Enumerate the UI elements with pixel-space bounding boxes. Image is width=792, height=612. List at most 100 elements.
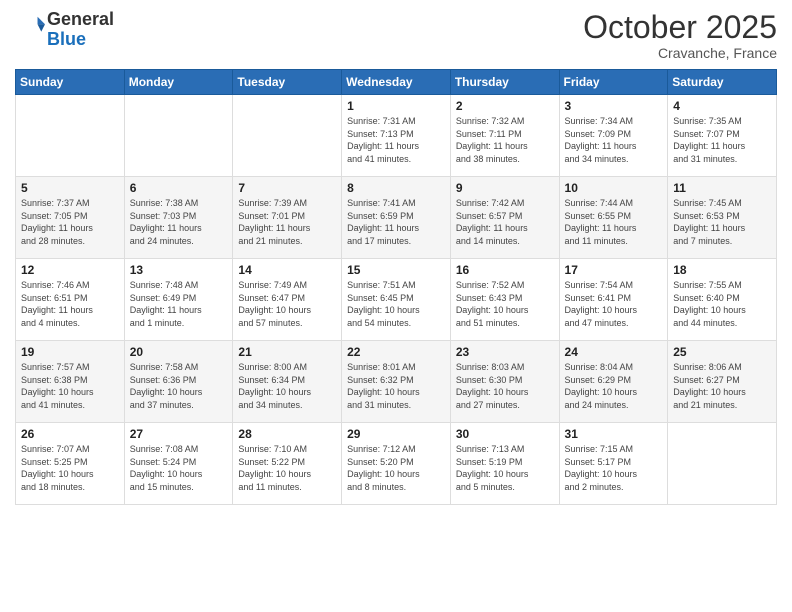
- calendar-cell: 11Sunrise: 7:45 AMSunset: 6:53 PMDayligh…: [668, 177, 777, 259]
- calendar-cell: 14 Sunrise: 7:49 AMSunset: 6:47 PMDayligh…: [233, 259, 342, 341]
- calendar-week-row: 12Sunrise: 7:46 AMSunset: 6:51 PMDayligh…: [16, 259, 777, 341]
- day-number: 16: [456, 263, 554, 277]
- day-number: 31: [565, 427, 663, 441]
- day-info: Sunrise: 7:55 AMSunset: 6:40 PMDaylight:…: [673, 279, 771, 329]
- calendar-header-friday: Friday: [559, 70, 668, 95]
- day-info: Sunrise: 8:03 AMSunset: 6:30 PMDaylight:…: [456, 361, 554, 411]
- day-info: Sunrise: 7:57 AMSunset: 6:38 PMDaylight:…: [21, 361, 119, 411]
- day-info: Sunrise: 7:46 AMSunset: 6:51 PMDaylight:…: [21, 279, 119, 329]
- calendar-cell: 5 Sunrise: 7:37 AMSunset: 7:05 PMDaylight…: [16, 177, 125, 259]
- calendar-table: SundayMondayTuesdayWednesdayThursdayFrid…: [15, 69, 777, 505]
- page: General Blue October 2025 Cravanche, Fra…: [0, 0, 792, 612]
- day-info: Sunrise: 7:49 AMSunset: 6:47 PMDaylight:…: [238, 279, 336, 329]
- calendar-cell: 31 Sunrise: 7:15 AMSunset: 5:17 PMDayligh…: [559, 423, 668, 505]
- calendar-cell: 16 Sunrise: 7:52 AMSunset: 6:43 PMDayligh…: [450, 259, 559, 341]
- day-info: Sunrise: 7:34 AMSunset: 7:09 PMDaylight:…: [565, 115, 663, 165]
- calendar-cell: 13Sunrise: 7:48 AMSunset: 6:49 PMDayligh…: [124, 259, 233, 341]
- day-number: 2: [456, 99, 554, 113]
- day-number: 19: [21, 345, 119, 359]
- day-info: Sunrise: 7:54 AMSunset: 6:41 PMDaylight:…: [565, 279, 663, 329]
- day-number: 15: [347, 263, 445, 277]
- calendar-cell: 19 Sunrise: 7:57 AMSunset: 6:38 PMDayligh…: [16, 341, 125, 423]
- calendar-header-saturday: Saturday: [668, 70, 777, 95]
- day-number: 21: [238, 345, 336, 359]
- day-number: 25: [673, 345, 771, 359]
- calendar-cell: 28 Sunrise: 7:10 AMSunset: 5:22 PMDayligh…: [233, 423, 342, 505]
- day-info: Sunrise: 8:06 AMSunset: 6:27 PMDaylight:…: [673, 361, 771, 411]
- day-info: Sunrise: 7:15 AMSunset: 5:17 PMDaylight:…: [565, 443, 663, 493]
- calendar-cell: 27 Sunrise: 7:08 AMSunset: 5:24 PMDayligh…: [124, 423, 233, 505]
- day-number: 7: [238, 181, 336, 195]
- day-number: 27: [130, 427, 228, 441]
- logo-general: General: [47, 9, 114, 29]
- day-info: Sunrise: 7:52 AMSunset: 6:43 PMDaylight:…: [456, 279, 554, 329]
- calendar-cell: 10 Sunrise: 7:44 AMSunset: 6:55 PMDayligh…: [559, 177, 668, 259]
- day-number: 24: [565, 345, 663, 359]
- day-info: Sunrise: 7:41 AMSunset: 6:59 PMDaylight:…: [347, 197, 445, 247]
- calendar-cell: 8 Sunrise: 7:41 AMSunset: 6:59 PMDaylight…: [342, 177, 451, 259]
- calendar-header-wednesday: Wednesday: [342, 70, 451, 95]
- day-info: Sunrise: 7:38 AMSunset: 7:03 PMDaylight:…: [130, 197, 228, 247]
- calendar-header-monday: Monday: [124, 70, 233, 95]
- calendar-cell: 9 Sunrise: 7:42 AMSunset: 6:57 PMDaylight…: [450, 177, 559, 259]
- day-number: 28: [238, 427, 336, 441]
- day-number: 8: [347, 181, 445, 195]
- calendar-cell: 26Sunrise: 7:07 AMSunset: 5:25 PMDayligh…: [16, 423, 125, 505]
- day-info: Sunrise: 7:07 AMSunset: 5:25 PMDaylight:…: [21, 443, 119, 493]
- calendar-cell: [16, 95, 125, 177]
- calendar-week-row: 1 Sunrise: 7:31 AMSunset: 7:13 PMDaylight…: [16, 95, 777, 177]
- calendar-cell: 3 Sunrise: 7:34 AMSunset: 7:09 PMDaylight…: [559, 95, 668, 177]
- day-number: 13: [130, 263, 228, 277]
- calendar-cell: [668, 423, 777, 505]
- day-info: Sunrise: 7:37 AMSunset: 7:05 PMDaylight:…: [21, 197, 119, 247]
- calendar-cell: 29 Sunrise: 7:12 AMSunset: 5:20 PMDayligh…: [342, 423, 451, 505]
- day-info: Sunrise: 7:44 AMSunset: 6:55 PMDaylight:…: [565, 197, 663, 247]
- calendar-cell: 21Sunrise: 8:00 AMSunset: 6:34 PMDayligh…: [233, 341, 342, 423]
- calendar-cell: 24 Sunrise: 8:04 AMSunset: 6:29 PMDayligh…: [559, 341, 668, 423]
- day-info: Sunrise: 7:10 AMSunset: 5:22 PMDaylight:…: [238, 443, 336, 493]
- title-block: October 2025 Cravanche, France: [583, 10, 777, 61]
- calendar-cell: 2 Sunrise: 7:32 AMSunset: 7:11 PMDaylight…: [450, 95, 559, 177]
- calendar-week-row: 5 Sunrise: 7:37 AMSunset: 7:05 PMDaylight…: [16, 177, 777, 259]
- day-info: Sunrise: 7:32 AMSunset: 7:11 PMDaylight:…: [456, 115, 554, 165]
- calendar-cell: 15 Sunrise: 7:51 AMSunset: 6:45 PMDayligh…: [342, 259, 451, 341]
- logo-icon: [17, 13, 45, 41]
- day-info: Sunrise: 7:39 AMSunset: 7:01 PMDaylight:…: [238, 197, 336, 247]
- calendar-header-tuesday: Tuesday: [233, 70, 342, 95]
- calendar-week-row: 19 Sunrise: 7:57 AMSunset: 6:38 PMDayligh…: [16, 341, 777, 423]
- day-number: 9: [456, 181, 554, 195]
- calendar-cell: 18 Sunrise: 7:55 AMSunset: 6:40 PMDayligh…: [668, 259, 777, 341]
- day-number: 5: [21, 181, 119, 195]
- day-number: 18: [673, 263, 771, 277]
- day-number: 29: [347, 427, 445, 441]
- day-info: Sunrise: 8:04 AMSunset: 6:29 PMDaylight:…: [565, 361, 663, 411]
- day-info: Sunrise: 8:01 AMSunset: 6:32 PMDaylight:…: [347, 361, 445, 411]
- day-number: 10: [565, 181, 663, 195]
- subtitle: Cravanche, France: [583, 45, 777, 61]
- calendar-header-sunday: Sunday: [16, 70, 125, 95]
- day-info: Sunrise: 7:42 AMSunset: 6:57 PMDaylight:…: [456, 197, 554, 247]
- calendar-cell: 7 Sunrise: 7:39 AMSunset: 7:01 PMDaylight…: [233, 177, 342, 259]
- day-number: 1: [347, 99, 445, 113]
- day-info: Sunrise: 7:51 AMSunset: 6:45 PMDaylight:…: [347, 279, 445, 329]
- month-title: October 2025: [583, 10, 777, 45]
- day-info: Sunrise: 7:08 AMSunset: 5:24 PMDaylight:…: [130, 443, 228, 493]
- logo-blue: Blue: [47, 29, 86, 49]
- day-info: Sunrise: 7:58 AMSunset: 6:36 PMDaylight:…: [130, 361, 228, 411]
- day-number: 14: [238, 263, 336, 277]
- calendar-cell: 6Sunrise: 7:38 AMSunset: 7:03 PMDaylight…: [124, 177, 233, 259]
- day-info: Sunrise: 7:35 AMSunset: 7:07 PMDaylight:…: [673, 115, 771, 165]
- calendar-cell: 20Sunrise: 7:58 AMSunset: 6:36 PMDayligh…: [124, 341, 233, 423]
- day-number: 30: [456, 427, 554, 441]
- day-info: Sunrise: 7:13 AMSunset: 5:19 PMDaylight:…: [456, 443, 554, 493]
- logo: General Blue: [15, 10, 114, 50]
- day-number: 3: [565, 99, 663, 113]
- calendar-week-row: 26Sunrise: 7:07 AMSunset: 5:25 PMDayligh…: [16, 423, 777, 505]
- day-info: Sunrise: 7:31 AMSunset: 7:13 PMDaylight:…: [347, 115, 445, 165]
- calendar-cell: 17Sunrise: 7:54 AMSunset: 6:41 PMDayligh…: [559, 259, 668, 341]
- day-number: 11: [673, 181, 771, 195]
- day-info: Sunrise: 7:12 AMSunset: 5:20 PMDaylight:…: [347, 443, 445, 493]
- day-number: 23: [456, 345, 554, 359]
- calendar-cell: 22Sunrise: 8:01 AMSunset: 6:32 PMDayligh…: [342, 341, 451, 423]
- header: General Blue October 2025 Cravanche, Fra…: [15, 10, 777, 61]
